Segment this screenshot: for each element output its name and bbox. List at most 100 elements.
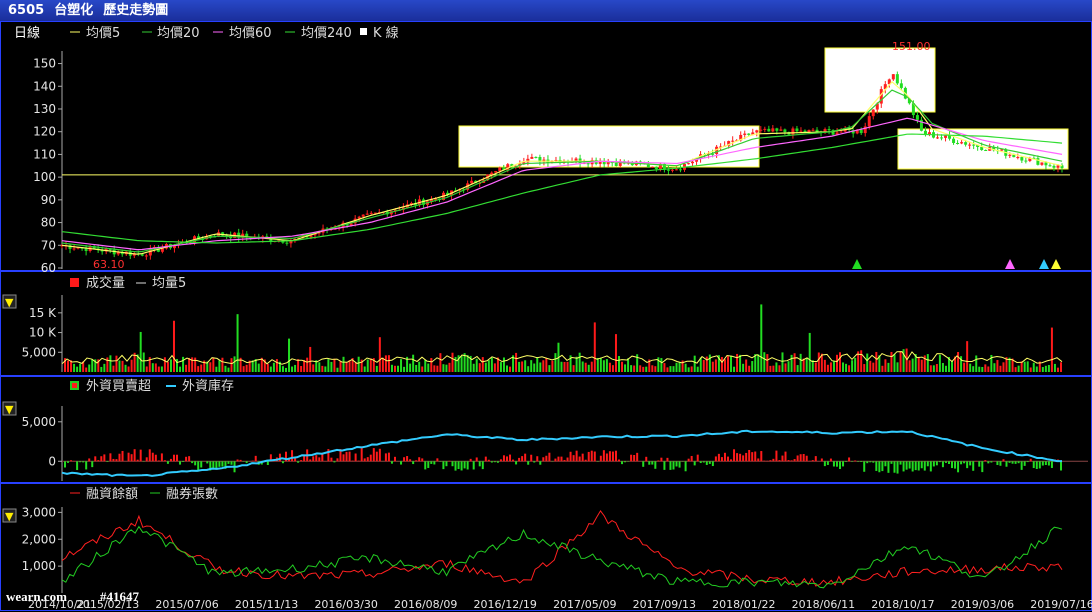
foreign-net-bar — [524, 453, 527, 462]
foreign-net-bar — [378, 448, 381, 462]
volume-bar — [257, 363, 260, 372]
candle-body — [470, 180, 474, 184]
foreign-plot — [61, 429, 1062, 478]
volume-bar — [200, 364, 203, 372]
legend-ma60[interactable]: 均價60 — [229, 26, 272, 41]
candle-body — [859, 129, 863, 134]
volume-bar — [312, 364, 315, 372]
legend-foreign-net[interactable]: 外資買賣超 — [86, 379, 151, 394]
volume-bar — [118, 360, 121, 372]
volume-bar — [793, 353, 796, 372]
foreign-net-bar — [484, 456, 487, 462]
foreign-net-bar — [935, 461, 938, 466]
volume-bar — [112, 365, 115, 372]
volume-bar — [911, 358, 914, 372]
price-tick-label: 70 — [41, 238, 56, 252]
volume-bar — [693, 355, 696, 372]
volume-bar — [1056, 367, 1059, 372]
foreign-net-bar — [851, 461, 854, 462]
volume-bar — [920, 359, 923, 372]
foreign-net-bar — [672, 461, 675, 470]
volume-bar — [381, 357, 384, 372]
foreign-net-bar — [266, 461, 269, 466]
foreign-net-bar — [642, 461, 645, 467]
volume-bar — [823, 359, 826, 372]
legend-period[interactable]: 日線 — [14, 25, 40, 41]
foreign-net-bar — [172, 454, 175, 462]
legend-foreign-holdings[interactable]: 外資庫存 — [182, 379, 234, 394]
volume-bar — [157, 366, 160, 372]
foreign-net-bar — [823, 461, 826, 467]
volume-bar — [999, 365, 1002, 372]
foreign-net-bar — [772, 458, 775, 462]
candle-body — [779, 129, 783, 131]
volume-bar — [1017, 365, 1020, 372]
legend-ma240[interactable]: 均價240 — [301, 26, 352, 41]
volume-bar — [745, 359, 748, 372]
stock-code: 6505 — [8, 3, 45, 18]
foreign-net-bar — [608, 451, 611, 462]
legend-k-line[interactable]: K 線 — [373, 25, 399, 41]
candle-body — [811, 129, 815, 131]
volume-bar — [872, 362, 875, 372]
foreign-net-bar — [690, 455, 693, 462]
volume-bar — [790, 354, 793, 372]
volume-bar — [188, 357, 191, 372]
volume-bar — [711, 361, 714, 372]
volume-bar — [109, 355, 112, 372]
volume-bar — [509, 366, 512, 372]
volume-bar — [642, 366, 645, 372]
candle-body — [891, 74, 895, 80]
foreign-net-bar — [790, 460, 793, 462]
candle-body — [936, 137, 940, 139]
foreign-net-bar — [478, 461, 481, 467]
volume-bar — [375, 365, 378, 372]
volume-bar — [678, 362, 681, 372]
stock-name: 台塑化 — [54, 3, 94, 18]
volume-bar — [209, 362, 212, 372]
foreign-net-bar — [899, 461, 902, 465]
legend-short[interactable]: 融券張數 — [166, 486, 218, 502]
volume-bar — [599, 357, 602, 372]
candle-body — [867, 116, 871, 127]
foreign-net-bar — [1044, 461, 1047, 466]
foreign-net-bar — [194, 461, 197, 466]
foreign-net-bar — [278, 453, 281, 462]
volume-bar — [284, 367, 287, 372]
legend-ma20[interactable]: 均價20 — [157, 26, 200, 41]
legend-ma5[interactable]: 均價5 — [86, 26, 120, 41]
volume-bar — [145, 366, 148, 372]
volume-bar — [160, 366, 163, 372]
volume-bar — [760, 304, 763, 372]
candle-body — [771, 128, 775, 132]
volume-bar — [79, 363, 82, 372]
volume-bar — [115, 355, 118, 372]
volume-bar — [690, 366, 693, 372]
foreign-net-bar — [733, 449, 736, 462]
foreign-net-bar — [745, 452, 748, 462]
volume-bar — [106, 357, 109, 372]
candle-body — [1036, 158, 1040, 165]
volume-bar — [227, 367, 230, 372]
foreign-net-bar — [720, 457, 723, 462]
legend-volume-ma5[interactable]: 均量5 — [152, 276, 186, 291]
volume-bar — [645, 366, 648, 372]
legend-volume[interactable]: 成交量 — [86, 275, 125, 291]
legend-margin[interactable]: 融資餘額 — [86, 486, 138, 502]
volume-bar — [730, 355, 733, 372]
foreign-net-bar — [342, 454, 345, 462]
volume-bar — [917, 356, 920, 372]
volume-bar — [281, 366, 284, 372]
volume-bar — [805, 357, 808, 372]
volume-bar — [742, 363, 745, 372]
x-axis: 2014/10/212015/02/13 2015/07/06 2015/11/13… — [28, 598, 1092, 611]
foreign-net-bar — [963, 461, 966, 464]
candle-body — [1008, 154, 1012, 156]
volume-bar — [221, 357, 224, 372]
volume-bar — [572, 365, 575, 372]
foreign-net-bar — [545, 455, 548, 462]
volume-bar — [784, 363, 787, 372]
volume-bar — [669, 366, 672, 372]
volume-bar — [618, 356, 621, 372]
price-tick-label: 150 — [33, 57, 56, 71]
